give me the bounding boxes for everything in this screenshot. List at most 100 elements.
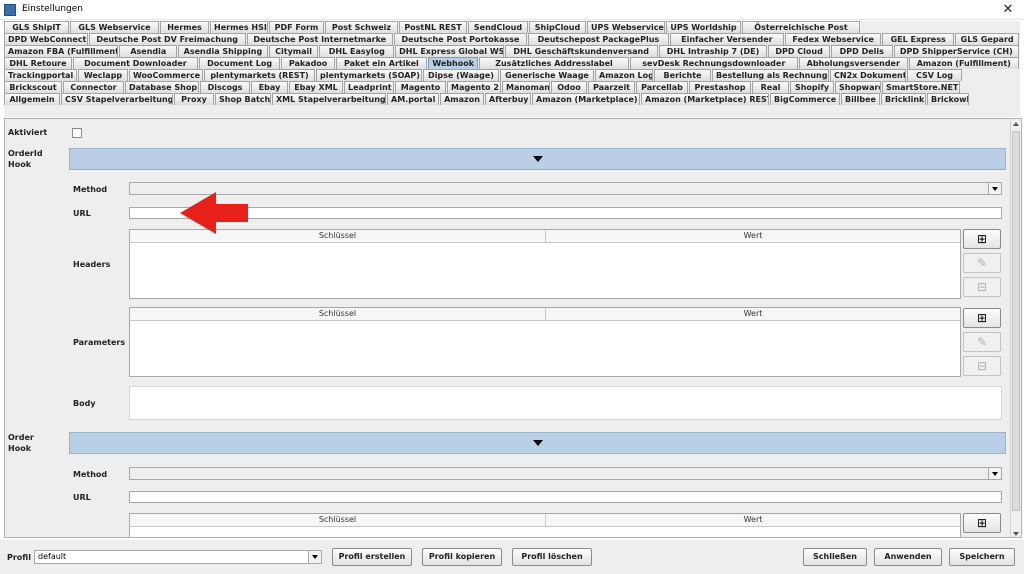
chevron-down-icon[interactable]	[988, 183, 1001, 194]
tab-row3-7[interactable]: DHL Intraship 7 (DE)	[658, 45, 768, 57]
order-headers-table[interactable]: Schlüssel Wert	[129, 513, 961, 537]
tab-row6-15[interactable]: Shopify	[790, 81, 834, 93]
tab-row3-8[interactable]: DPD Cloud	[768, 45, 830, 57]
tab-row7-10[interactable]: BigCommerce	[770, 93, 840, 105]
tab-row6-1[interactable]: Connector	[63, 81, 124, 93]
tab-row1-6[interactable]: PostNL REST	[399, 21, 467, 33]
tab-row6-10[interactable]: Odoo	[551, 81, 587, 93]
tab-row7-6[interactable]: Amazon	[440, 93, 484, 105]
tab-row7-8[interactable]: Amazon (Marketplace)	[532, 93, 640, 105]
tab-row1-11[interactable]: Österreichische Post	[742, 21, 860, 33]
parameters-remove-button[interactable]: ⊟	[963, 356, 1001, 376]
tab-row5-2[interactable]: WooCommerce	[129, 69, 203, 81]
tab-row5-10[interactable]: CN2x Dokument	[830, 69, 906, 81]
tab-row7-1[interactable]: CSV Stapelverarbeitung	[61, 93, 173, 105]
tab-row3-6[interactable]: DHL Geschäftskundenversand	[504, 45, 658, 57]
tab-row6-4[interactable]: Ebay	[251, 81, 288, 93]
order-hook-select[interactable]	[69, 432, 1006, 454]
tab-row3-1[interactable]: Asendia	[119, 45, 178, 57]
tab-row7-13[interactable]: Brickowl	[927, 93, 969, 105]
orderid-hook-select[interactable]	[69, 148, 1006, 170]
tab-row1-0[interactable]: GLS ShipIT	[4, 21, 69, 33]
tab-row6-0[interactable]: Brickscout	[4, 81, 62, 93]
order-url-input[interactable]	[129, 491, 1002, 503]
tab-row2-4[interactable]: Deutschepost PackagePlus	[528, 33, 669, 45]
tab-row2-3[interactable]: Deutsche Post Portokasse	[393, 33, 528, 45]
close-window-button[interactable]: ✕	[998, 0, 1018, 20]
tab-row5-1[interactable]: Weclapp	[78, 69, 128, 81]
tab-row2-7[interactable]: GEL Express	[882, 33, 955, 45]
tab-row2-0[interactable]: DPD WebConnect	[4, 33, 88, 45]
tab-row4-1[interactable]: Document Downloader	[72, 57, 198, 69]
scroll-thumb[interactable]	[1012, 131, 1020, 511]
tab-row1-1[interactable]: GLS Webservice	[70, 21, 159, 33]
tab-row3-0[interactable]: Amazon FBA (Fulfillment)	[4, 45, 119, 57]
tab-row7-5[interactable]: AM.portal	[387, 93, 439, 105]
body-textarea[interactable]	[129, 386, 1002, 420]
activated-checkbox[interactable]	[72, 128, 82, 138]
tab-row7-3[interactable]: Shop Batch	[215, 93, 271, 105]
tab-row1-4[interactable]: PDF Form	[269, 21, 324, 33]
tab-row6-17[interactable]: SmartStore.NET	[882, 81, 960, 93]
headers-value-column[interactable]: Wert	[546, 230, 960, 243]
panel-scrollbar[interactable]	[1010, 119, 1021, 537]
tab-row1-7[interactable]: SendCloud	[468, 21, 528, 33]
tab-row3-2[interactable]: Asendia Shipping	[178, 45, 268, 57]
tab-row6-12[interactable]: Parcellab	[636, 81, 688, 93]
copy-profile-button[interactable]: Profil kopieren	[422, 548, 502, 566]
tab-row7-12[interactable]: Bricklink	[881, 93, 926, 105]
parameters-table[interactable]: Schlüssel Wert	[129, 307, 961, 377]
headers-remove-button[interactable]: ⊟	[963, 277, 1001, 297]
profile-select[interactable]: default	[34, 550, 322, 564]
tab-row1-3[interactable]: Hermes HSI	[210, 21, 268, 33]
tab-row6-9[interactable]: Manomano	[502, 81, 550, 93]
create-profile-button[interactable]: Profil erstellen	[332, 548, 412, 566]
parameters-add-button[interactable]: ⊞	[963, 308, 1001, 328]
tab-row5-0[interactable]: Trackingportal	[4, 69, 77, 81]
tab-row2-6[interactable]: Fedex Webservice	[785, 33, 882, 45]
tab-row2-8[interactable]: GLS Gepard	[955, 33, 1019, 45]
tab-row5-5[interactable]: Dipse (Waage)	[423, 69, 499, 81]
method-select[interactable]	[129, 182, 1002, 195]
scroll-down-icon[interactable]	[1013, 532, 1019, 536]
tab-row4-0[interactable]: DHL Retoure	[4, 57, 72, 69]
tab-row6-14[interactable]: Real	[752, 81, 789, 93]
tab-row6-13[interactable]: Prestashop	[689, 81, 751, 93]
parameters-value-column[interactable]: Wert	[546, 308, 960, 321]
tab-row3-4[interactable]: DHL Easylog	[319, 45, 395, 57]
tab-row3-3[interactable]: Citymail	[268, 45, 319, 57]
tab-row4-9[interactable]: Amazon (Fulfillment)	[908, 57, 1019, 69]
tab-row4-4[interactable]: Paket ein Artikel	[335, 57, 427, 69]
tab-row7-2[interactable]: Proxy	[174, 93, 214, 105]
tab-row1-5[interactable]: Post Schweiz	[325, 21, 398, 33]
tab-row6-11[interactable]: Paarzeit	[588, 81, 635, 93]
tab-row4-8[interactable]: Abholungsversender	[799, 57, 908, 69]
order-headers-key-column[interactable]: Schlüssel	[130, 514, 546, 527]
tab-row4-6[interactable]: Zusätzliches Addresslabel	[479, 57, 629, 69]
scroll-up-icon[interactable]	[1013, 122, 1019, 126]
tab-row6-2[interactable]: Database Shop	[125, 81, 199, 93]
close-button[interactable]: Schließen	[803, 548, 867, 566]
tab-row5-3[interactable]: plentymarkets (REST)	[204, 69, 315, 81]
chevron-down-icon[interactable]	[308, 551, 321, 563]
tab-row6-8[interactable]: Magento 2	[447, 81, 501, 93]
headers-edit-button[interactable]: ✎	[963, 253, 1001, 273]
tab-row2-2[interactable]: Deutsche Post Internetmarke	[246, 33, 393, 45]
tab-row5-6[interactable]: Generische Waage	[500, 69, 594, 81]
order-headers-add-button[interactable]: ⊞	[963, 513, 1001, 533]
tab-row5-9[interactable]: Bestellung als Rechnung	[712, 69, 829, 81]
tab-row7-0[interactable]: Allgemein	[4, 93, 60, 105]
tab-row6-3[interactable]: Discogs	[200, 81, 250, 93]
parameters-edit-button[interactable]: ✎	[963, 332, 1001, 352]
apply-button[interactable]: Anwenden	[874, 548, 942, 566]
tab-row4-5[interactable]: Webhook	[427, 57, 479, 69]
url-input[interactable]	[129, 207, 1002, 219]
delete-profile-button[interactable]: Profil löschen	[512, 548, 592, 566]
tab-row3-10[interactable]: DPD ShipperService (CH)	[893, 45, 1019, 57]
order-headers-value-column[interactable]: Wert	[546, 514, 960, 527]
tab-row1-8[interactable]: ShipCloud	[529, 21, 586, 33]
tab-row4-2[interactable]: Document Log	[198, 57, 281, 69]
tab-row3-9[interactable]: DPD Delis	[830, 45, 893, 57]
headers-add-button[interactable]: ⊞	[963, 229, 1001, 249]
tab-row5-7[interactable]: Amazon Log	[595, 69, 653, 81]
